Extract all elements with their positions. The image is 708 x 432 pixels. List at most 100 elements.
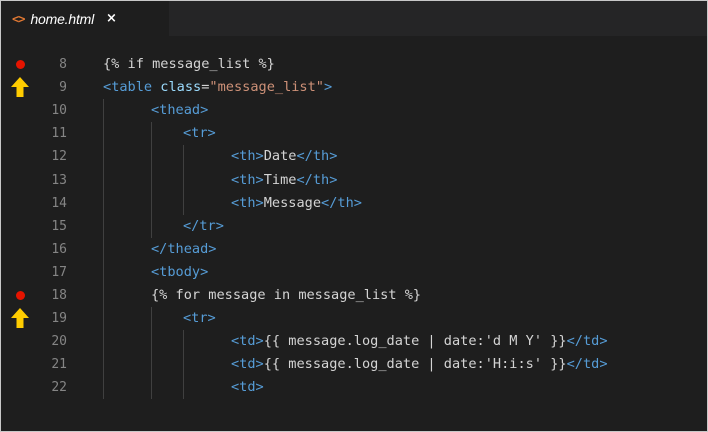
code-line[interactable]: 14 <th>Message</th> [1,192,707,215]
code-token: <th> [231,194,264,211]
glyph-margin[interactable] [1,307,37,330]
glyph-margin[interactable] [1,330,37,353]
code-line[interactable]: 15 </tr> [1,215,707,238]
glyph-margin[interactable] [1,99,37,122]
code-line[interactable]: 22 <td> [1,376,707,399]
code-line[interactable]: 16 </thead> [1,238,707,261]
current-statement-arrow-icon [11,308,29,329]
glyph-margin[interactable] [1,353,37,376]
code-token: <thead> [151,102,209,119]
code-text: {% for message in message_list %} [151,284,421,307]
indent-guide [183,145,184,215]
code-text: <tr> [183,122,216,145]
tab-bar: <> home.html × [1,1,707,36]
glyph-margin[interactable] [1,53,37,76]
code-token: Message [263,194,322,211]
line-number: 19 [51,311,67,327]
line-number: 13 [51,172,67,188]
indent-guide [103,99,104,400]
code-token: class [160,79,202,96]
tab-label: home.html [30,10,95,27]
tab-home-html[interactable]: <> home.html × [1,1,169,36]
line-number: 11 [51,126,67,142]
indent-guide [183,330,184,400]
code-token: > [323,79,333,96]
line-number: 21 [51,357,67,373]
code-token: <tr> [183,310,216,327]
code-text: </tr> [183,215,224,238]
code-text: <tbody> [151,261,208,284]
glyph-margin[interactable] [1,76,37,99]
code-token: {{ message.log_date | date:'H:i:s' }} [263,356,567,373]
line-number: 18 [51,288,67,303]
glyph-margin[interactable] [1,376,37,399]
code-token: {% for message in message_list %} [151,287,422,303]
line-number: 22 [51,380,67,396]
glyph-margin[interactable] [1,145,37,168]
code-text: <td>{{ message.log_date | date:'H:i:s' }… [231,353,608,376]
glyph-margin[interactable] [1,238,37,261]
glyph-margin[interactable] [1,192,37,215]
code-token: table [111,79,153,96]
code-token: {% if message_list %} [103,56,275,72]
code-line[interactable]: 18 {% for message in message_list %} [1,284,707,307]
code-text: <th>Date</th> [231,145,337,168]
line-number: 8 [59,57,67,72]
line-number: 17 [51,264,67,280]
code-token: </th> [296,171,338,188]
code-token: <th> [231,148,264,165]
code-token: < [103,79,112,96]
line-number: 9 [59,80,67,96]
code-line[interactable]: 21 <td>{{ message.log_date | date:'H:i:s'… [1,353,707,376]
current-statement-arrow-icon [11,77,29,98]
code-token: {{ message.log_date | date:'d M Y' }} [263,333,567,350]
code-text: <th>Message</th> [231,192,362,215]
code-text: <th>Time</th> [231,169,337,192]
code-line[interactable]: 12 <th>Date</th> [1,145,707,168]
code-line[interactable]: 10 <thead> [1,99,707,122]
code-token: </td> [566,333,608,350]
code-line[interactable]: 20 <td>{{ message.log_date | date:'d M Y'… [1,330,707,353]
close-icon[interactable]: × [106,12,117,25]
code-line[interactable]: 11 <tr> [1,122,707,145]
glyph-margin[interactable] [1,122,37,145]
code-line[interactable]: 9 <table class="message_list"> [1,76,707,99]
code-token: </th> [321,194,362,211]
code-line[interactable]: 17 <tbody> [1,261,707,284]
code-token: "message_list" [209,79,324,96]
code-text: <thead> [151,99,208,122]
code-text: <table class="message_list"> [103,76,332,99]
code-editor: <> home.html × 8 {% if message_list %} 9 <t… [0,0,708,432]
glyph-margin[interactable] [1,261,37,284]
code-line[interactable]: 13 <th>Time</th> [1,169,707,192]
line-number: 12 [51,149,67,165]
code-text: {% if message_list %} [103,53,275,76]
code-token: </tr> [183,217,224,234]
code-line[interactable]: 19 <tr> [1,307,707,330]
code-token: </th> [296,148,338,165]
code-text: <td>{{ message.log_date | date:'d M Y' }… [231,330,608,353]
breakpoint-icon[interactable] [16,291,25,300]
code-token: </td> [566,356,608,373]
line-number: 20 [51,334,67,350]
glyph-margin[interactable] [1,284,37,307]
code-text: </thead> [151,238,216,261]
code-text: <td> [231,376,264,399]
indent-guide [151,122,152,238]
code-token: <td> [231,356,264,373]
code-text: <tr> [183,307,216,330]
glyph-margin[interactable] [1,169,37,192]
breakpoint-icon[interactable] [16,60,25,69]
code-line[interactable]: 8 {% if message_list %} [1,53,707,76]
code-token: <th> [231,171,264,188]
code-token: </thead> [151,240,217,257]
code-token: <td> [231,379,264,396]
line-number: 15 [51,218,67,234]
code-token: <td> [231,333,264,350]
html-file-icon: <> [12,11,25,26]
line-number: 14 [51,195,67,211]
line-number: 10 [51,103,67,119]
code-token: Date [263,148,297,165]
code-token: <tbody> [151,263,209,280]
glyph-margin[interactable] [1,215,37,238]
